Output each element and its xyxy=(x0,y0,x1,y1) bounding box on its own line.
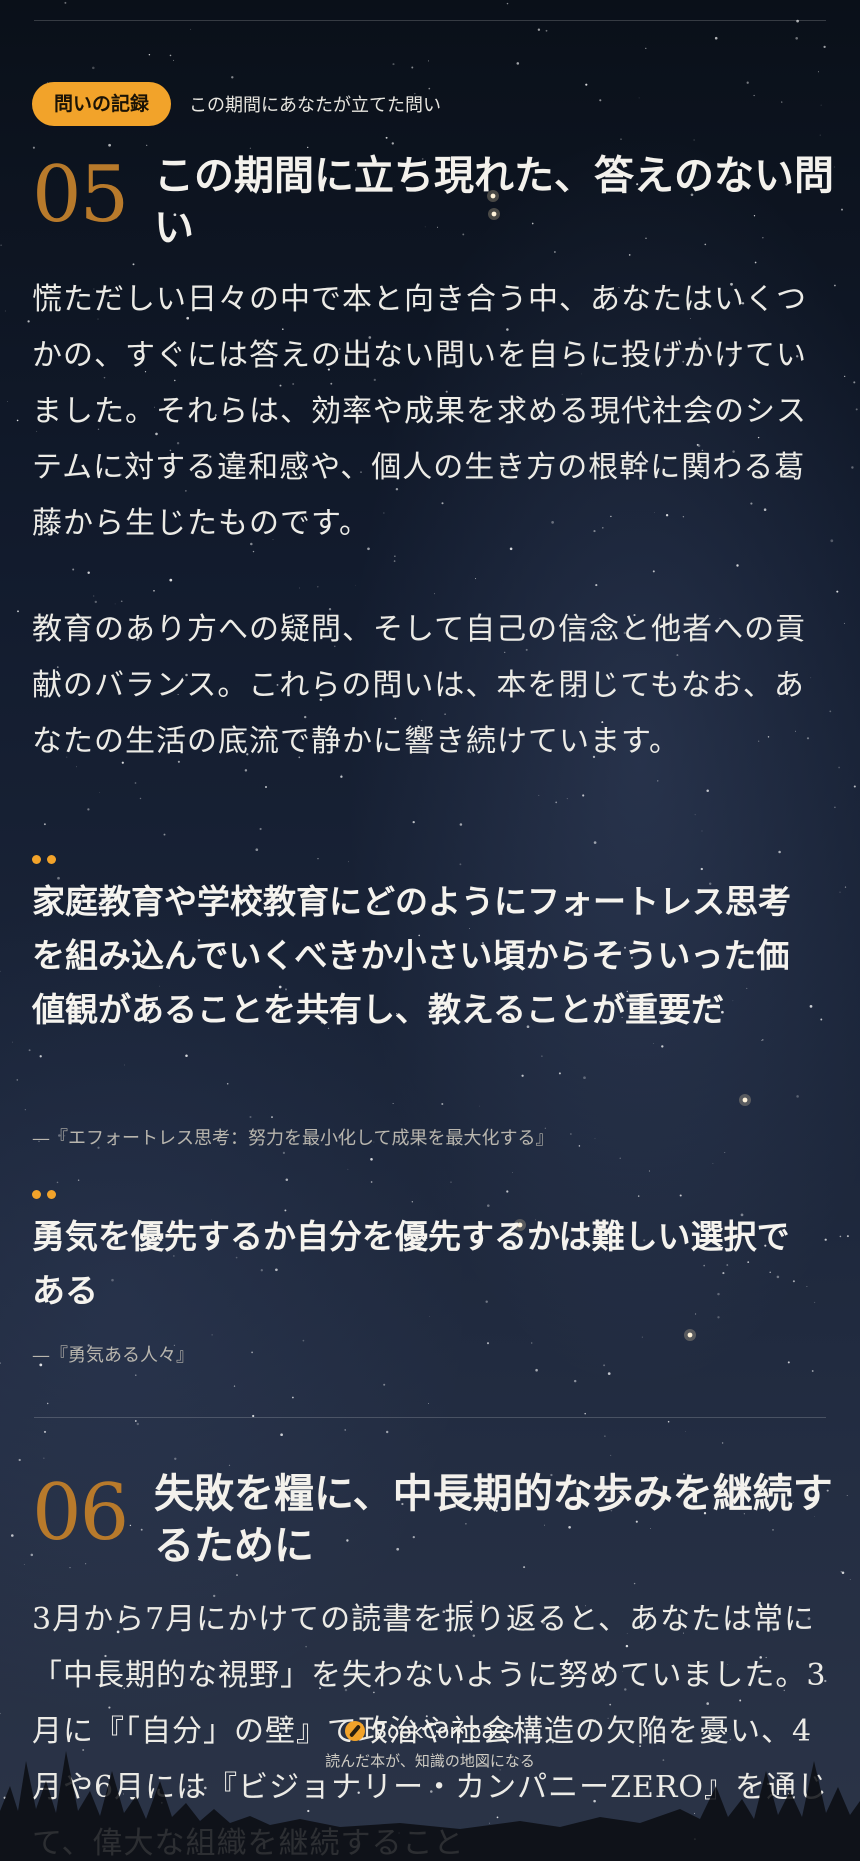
section-tag-pill: 問いの記録 xyxy=(32,82,172,126)
divider-middle xyxy=(34,1417,826,1418)
section-tag-row: 問いの記録 この期間にあなたが立てた問い xyxy=(32,82,441,126)
quote-2-text: 勇気を優先するか自分を優先するかは難しい選択である xyxy=(32,1217,790,1310)
section-06-number: 06 xyxy=(32,1468,129,1558)
section-05-paragraph-2: 教育のあり方への疑問、そして自己の信念と他者への貢献のバランス。これらの問いは、… xyxy=(32,612,807,759)
section-06-header: 06 失敗を糧に、中長期的な歩みを継続するために xyxy=(32,1468,834,1572)
quote-1-source: —『エフォートレス思考：努力を最小化して成果を最大化する』 xyxy=(32,1128,554,1149)
brand-name: BookCompass xyxy=(373,1719,515,1743)
section-tag-caption: この期間にあなたが立てた問い xyxy=(189,95,442,116)
section-05-paragraph-1: 慌ただしい日々の中で本と向き合う中、あなたはいくつかの、すぐには答えの出ない問い… xyxy=(32,282,807,541)
compass-icon xyxy=(345,1721,366,1741)
app-footer: BookCompass 読んだ本が、知識の地図になる xyxy=(0,1716,860,1771)
marker-dot xyxy=(32,1190,41,1199)
quote-1-marker xyxy=(32,855,62,864)
section-05-title: この期間に立ち現れた、答えのない問い xyxy=(154,152,834,251)
section-05-number: 05 xyxy=(32,150,129,240)
section-06-title: 失敗を糧に、中長期的な歩みを継続するために xyxy=(154,1470,833,1569)
marker-dot xyxy=(47,1190,56,1199)
marker-dot xyxy=(47,855,56,864)
footer-tagline: 読んだ本が、知識の地図になる xyxy=(325,1752,535,1770)
marker-dot xyxy=(32,855,41,864)
divider-top xyxy=(34,20,826,21)
quote-2-marker xyxy=(32,1190,62,1199)
quote-1-text: 家庭教育や学校教育にどのようにフォートレス思考を組み込んでいくべきか小さい頃から… xyxy=(32,882,791,1029)
footer-brand[interactable]: BookCompass xyxy=(0,1716,860,1746)
section-05-header: 05 この期間に立ち現れた、答えのない問い xyxy=(32,150,834,254)
quote-2-source: —『勇気ある人々』 xyxy=(32,1345,194,1366)
